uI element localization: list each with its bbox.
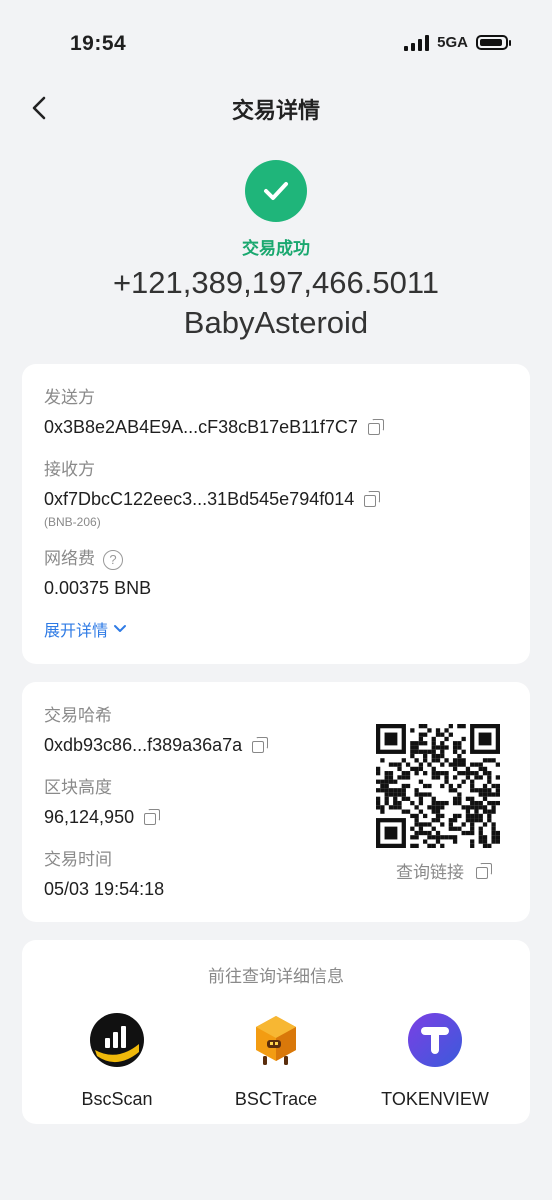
chevron-down-icon	[114, 625, 127, 632]
transaction-summary: 交易成功 +121,389,197,466.5011 BabyAsteroid	[0, 160, 552, 341]
success-check-icon	[245, 160, 307, 222]
signal-icon	[404, 34, 430, 51]
transfer-details-card: 发送方 0x3B8e2AB4E9A...cF38cB17eB11f7C7 接收方…	[22, 364, 530, 664]
nav-bar: 交易详情	[0, 80, 552, 136]
sender-address: 0x3B8e2AB4E9A...cF38cB17eB11f7C7	[44, 417, 358, 437]
sender-label: 发送方	[44, 388, 95, 407]
receiver-label: 接收方	[44, 460, 95, 479]
status-time: 19:54	[70, 32, 127, 55]
expand-details-button[interactable]: 展开详情	[44, 617, 508, 641]
block-height: 96,124,950	[44, 807, 135, 827]
copy-query-link-button[interactable]: 查询链接	[396, 858, 492, 883]
bscscan-logo-icon	[90, 1013, 144, 1067]
copy-icon[interactable]	[144, 809, 161, 825]
copy-icon[interactable]	[367, 419, 384, 435]
explorer-tokenview[interactable]: TOKENVIEW	[360, 1012, 510, 1110]
sender-row: 发送方 0x3B8e2AB4E9A...cF38cB17eB11f7C7	[44, 386, 508, 440]
explorers-title: 前往查询详细信息	[208, 967, 344, 986]
transaction-time: 05/03 19:54:18	[44, 879, 165, 899]
explorers-card: 前往查询详细信息 BscScan BSCTrace TOKENVIEW	[22, 940, 530, 1124]
fee-value: 0.00375 BNB	[44, 578, 152, 598]
tokenview-logo-icon	[408, 1013, 462, 1067]
copy-icon[interactable]	[252, 737, 269, 753]
copy-icon	[476, 862, 492, 879]
question-icon[interactable]: ?	[103, 549, 123, 570]
transaction-hash: 0xdb93c86...f389a36a7a	[44, 735, 243, 755]
fee-row: 网络费? 0.00375 BNB	[44, 547, 508, 601]
status-indicators: 5GA	[404, 34, 511, 51]
token-name: BabyAsteroid	[183, 305, 369, 340]
receiver-address: 0xf7DbcC122eec3...31Bd545e794f014	[44, 489, 355, 509]
transaction-amount: +121,389,197,466.5011	[112, 265, 440, 300]
query-link-label: 查询链接	[396, 863, 464, 882]
bsctrace-logo-icon	[256, 1016, 296, 1065]
explorer-name: BSCTrace	[234, 1089, 318, 1109]
page-title: 交易详情	[231, 98, 320, 123]
explorer-name: BscScan	[81, 1089, 153, 1109]
receiver-tag: (BNB-206)	[44, 515, 101, 529]
network-type: 5GA	[437, 34, 468, 51]
receiver-row: 接收方 0xf7DbcC122eec3...31Bd545e794f014 (B…	[44, 458, 508, 529]
explorer-name: TOKENVIEW	[381, 1089, 489, 1109]
qr-code[interactable]	[376, 724, 500, 848]
expand-details-label: 展开详情	[44, 623, 109, 640]
copy-icon[interactable]	[364, 491, 381, 507]
fee-label: 网络费	[44, 549, 95, 568]
battery-icon	[476, 35, 511, 50]
explorer-bscscan[interactable]: BscScan	[42, 1012, 192, 1110]
chain-info-card: 交易哈希 0xdb93c86...f389a36a7a 区块高度 96,124,…	[22, 682, 530, 922]
explorer-bsctrace[interactable]: BSCTrace	[201, 1012, 351, 1110]
status-bar: 19:54 5GA	[0, 0, 552, 90]
status-badge: 交易成功	[242, 239, 310, 258]
